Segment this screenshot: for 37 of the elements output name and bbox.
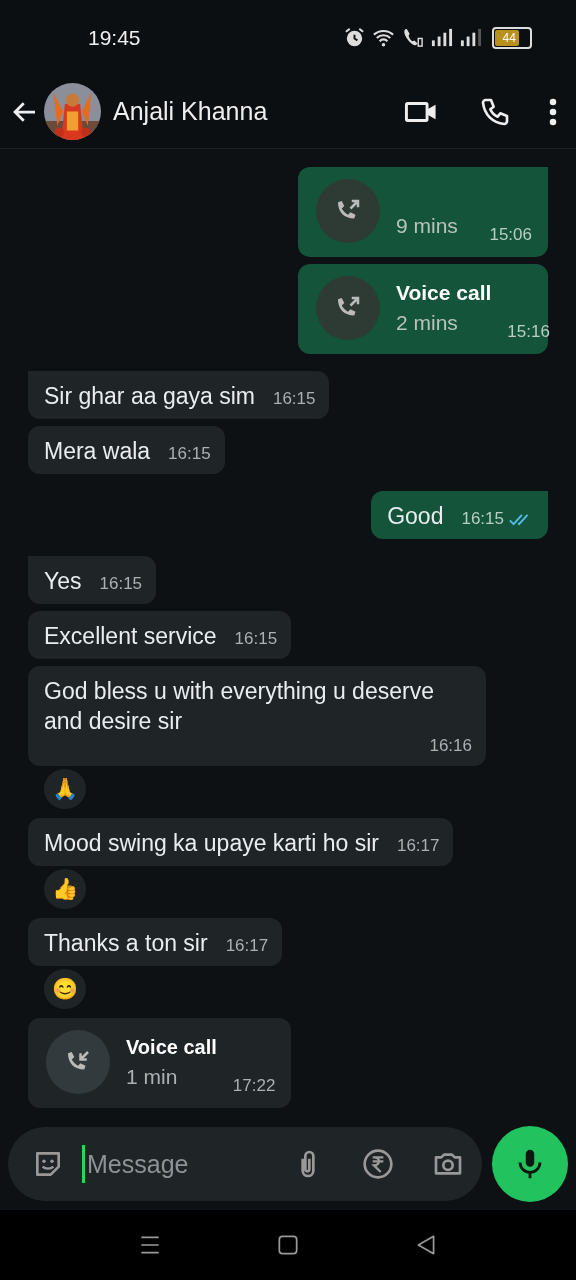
reaction-emoji[interactable]: 👍 [42, 867, 88, 911]
call-duration: 1 min [126, 1064, 179, 1089]
message-text: Mood swing ka upaye karti ho sir [44, 829, 379, 858]
message-text: Thanks a ton sir [44, 929, 208, 958]
message-time: 16:17 [396, 836, 440, 856]
message-text: God bless u with everything u deserve and desire sir [44, 677, 435, 736]
message-time: 16:15 [461, 509, 504, 529]
reaction-emoji[interactable]: 🙏 [42, 767, 88, 811]
message-time: 17:22 [232, 1076, 276, 1096]
message-time: 16:17 [225, 936, 269, 956]
signal-icon [430, 26, 453, 49]
home-icon[interactable] [275, 1232, 301, 1258]
signal-icon [459, 26, 482, 49]
message-time: 16:15 [99, 574, 143, 594]
message-time: 16:16 [429, 736, 472, 756]
message-time: 16:15 [168, 444, 211, 464]
call-title: Voice call [396, 281, 492, 305]
message-text: Good [387, 502, 444, 531]
status-time: 19:45 [88, 25, 141, 50]
reaction-emoji[interactable]: 😊 [42, 967, 88, 1011]
call-title: Voice call [126, 1035, 217, 1059]
message-time: 15:16 [507, 322, 550, 342]
call-duration: 9 mins [396, 214, 459, 238]
battery-level: 44 [495, 29, 520, 46]
message-text: Excellent service [44, 622, 217, 651]
message-field[interactable]: Message [85, 1149, 254, 1179]
message-time: 16:15 [272, 389, 316, 409]
call-duration: 2 mins [396, 311, 459, 335]
message-text: Yes [44, 567, 82, 596]
wifi-calling-icon [401, 26, 424, 49]
contact-name[interactable]: Anjali Khanna [113, 97, 364, 126]
alarm-icon [343, 26, 366, 49]
message-text: Sir ghar aa gaya sim [44, 382, 255, 411]
message-text: Mera wala [44, 437, 151, 466]
message-time: 15:06 [489, 225, 532, 245]
message-time: 16:15 [234, 629, 278, 649]
rupee-payment-icon[interactable] [362, 1148, 394, 1180]
